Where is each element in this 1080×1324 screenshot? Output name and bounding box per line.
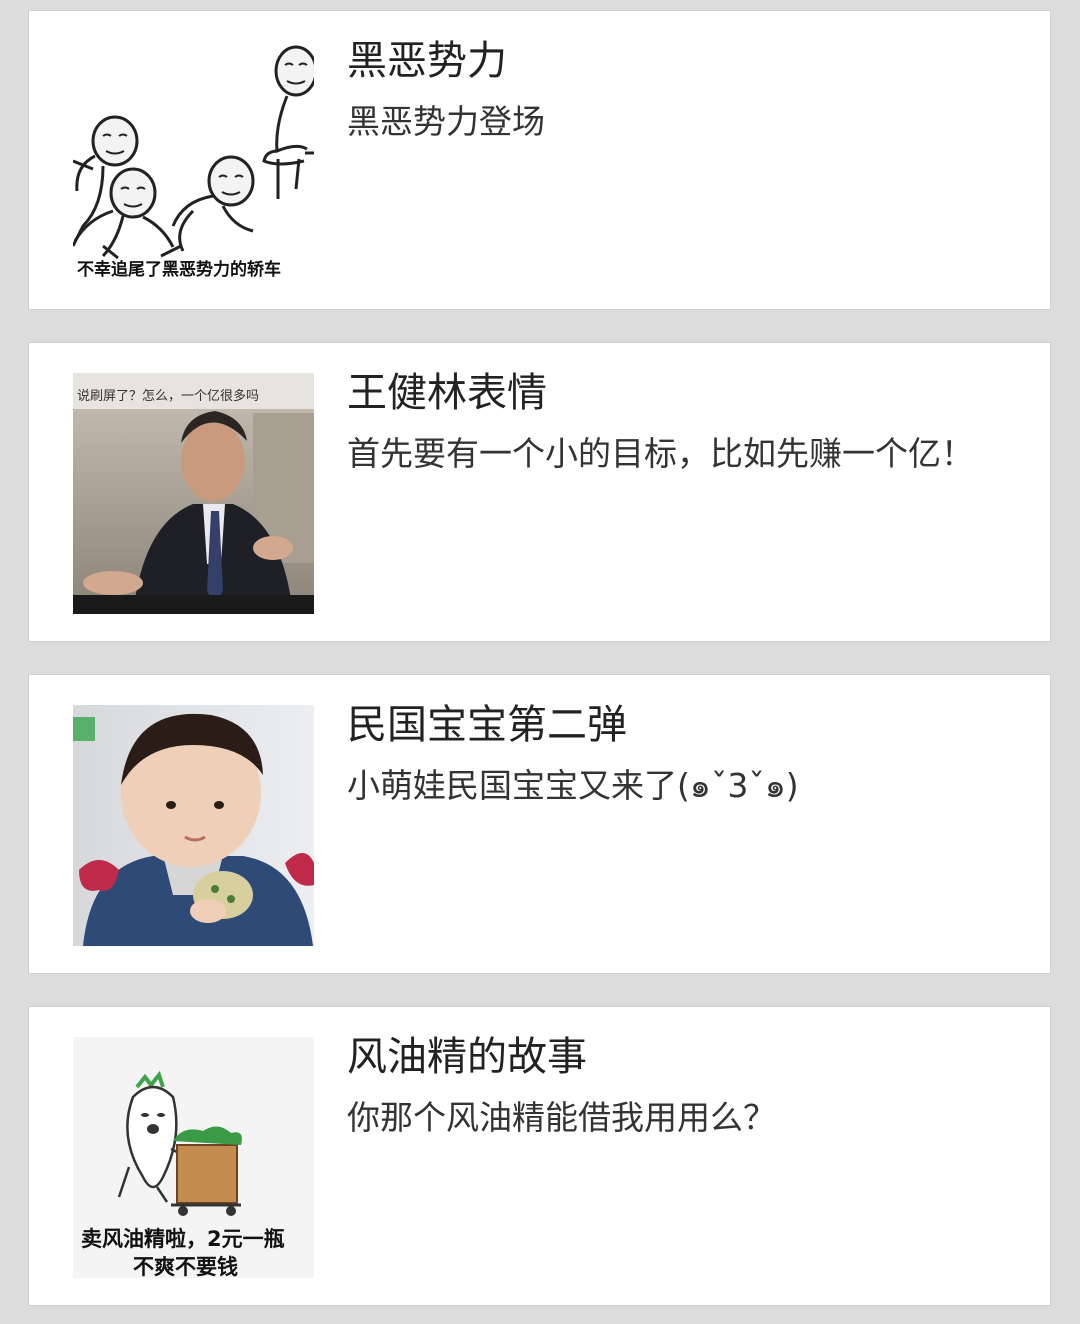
article-list: 不幸追尾了黑恶势力的轿车 黑恶势力 黑恶势力登场 说刷屏了？怎么，一个亿很多吗 … [28,10,1051,1306]
thumbnail-baby-photo [73,705,314,946]
thumbnail-meme-seller: 卖风油精啦，2元一瓶 不爽不要钱 [73,1037,314,1278]
article-card[interactable]: 民国宝宝第二弹 小萌娃民国宝宝又来了(๑ˇ3ˇ๑) [28,674,1051,974]
thumbnail-caption: 卖风油精啦，2元一瓶 [81,1227,285,1251]
article-description: 你那个风油精能借我用用么？ [347,1098,776,1137]
article-description: 黑恶势力登场 [347,102,545,141]
thumbnail-caption: 不幸追尾了黑恶势力的轿车 [77,260,281,280]
article-title: 民国宝宝第二弹 [347,702,627,748]
article-card[interactable]: 不幸追尾了黑恶势力的轿车 黑恶势力 黑恶势力登场 [28,10,1051,310]
article-title: 风油精的故事 [347,1034,587,1080]
thumbnail-meme-stickmen: 不幸追尾了黑恶势力的轿车 [73,41,314,282]
article-card[interactable]: 卖风油精啦，2元一瓶 不爽不要钱 风油精的故事 你那个风油精能借我用用么？ [28,1006,1051,1306]
thumbnail-caption: 不爽不要钱 [133,1255,238,1278]
article-title: 王健林表情 [347,370,547,416]
article-title: 黑恶势力 [347,38,507,84]
thumbnail-caption: 说刷屏了？怎么，一个亿很多吗 [77,389,260,404]
article-card[interactable]: 说刷屏了？怎么，一个亿很多吗 王健林表情 首先要有一个小的目标，比如先赚一个亿！ [28,342,1051,642]
article-description: 小萌娃民国宝宝又来了(๑ˇ3ˇ๑) [347,766,799,805]
thumbnail-businessman-photo: 说刷屏了？怎么，一个亿很多吗 [73,373,314,614]
article-description: 首先要有一个小的目标，比如先赚一个亿！ [347,434,974,473]
